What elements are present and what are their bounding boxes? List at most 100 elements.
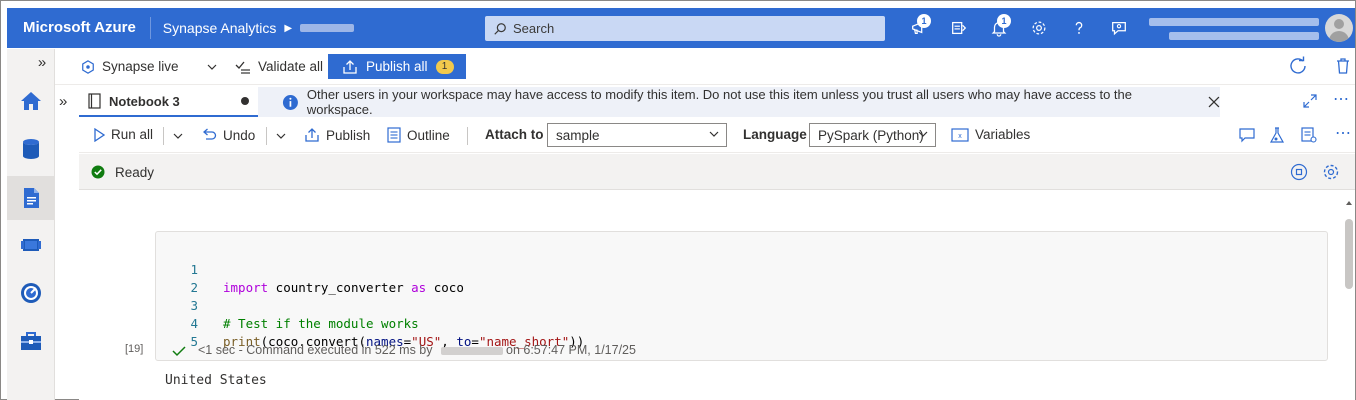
info-icon xyxy=(282,94,298,110)
double-chevron-right-icon: » xyxy=(59,93,68,110)
code-line[interactable]: 3 # Test if the module works xyxy=(156,279,1327,331)
refresh-button[interactable] xyxy=(1288,56,1308,76)
nav-monitor[interactable] xyxy=(7,271,55,315)
undo-label: Undo xyxy=(223,127,256,143)
stop-session-button[interactable] xyxy=(1290,163,1308,184)
top-icon-group: 1 1 xyxy=(899,8,1139,48)
properties-button[interactable] xyxy=(1301,127,1317,143)
avatar[interactable] xyxy=(1325,14,1353,42)
nav-data[interactable] xyxy=(7,127,55,171)
code-cell[interactable]: 1 import country_converter as coco 2 3 #… xyxy=(125,231,1328,361)
redacted-user-info[interactable] xyxy=(1149,18,1321,46)
brand-title[interactable]: Microsoft Azure xyxy=(7,17,151,39)
undo-options-dropdown[interactable] xyxy=(275,130,287,142)
svg-text:x: x xyxy=(958,133,962,140)
help-button[interactable] xyxy=(1059,8,1099,48)
code-line[interactable]: 4 print(coco.convert(names="US", to="nam… xyxy=(156,297,1327,349)
redacted-workspace-name xyxy=(300,24,355,32)
code-line[interactable]: 1 import country_converter as coco xyxy=(156,243,1327,295)
chevron-down-icon xyxy=(276,133,286,139)
question-icon xyxy=(1075,21,1083,34)
copilot-button[interactable] xyxy=(1269,127,1285,145)
announcements-badge: 1 xyxy=(917,14,931,28)
session-settings-button[interactable] xyxy=(1322,163,1340,184)
scrollbar-thumb[interactable] xyxy=(1345,219,1353,289)
nav-develop[interactable] xyxy=(7,176,55,220)
discard-all-button[interactable] xyxy=(1335,57,1351,75)
scroll-up-icon xyxy=(1346,201,1352,205)
variables-label: Variables xyxy=(975,127,1031,142)
validate-icon xyxy=(235,61,250,74)
feedback-icon xyxy=(1112,21,1126,36)
validate-all-button[interactable]: Validate all xyxy=(235,59,323,74)
publish-all-button[interactable]: Publish all 1 xyxy=(328,54,466,79)
tab-notebook-3[interactable]: Notebook 3 xyxy=(79,87,259,117)
notebook-canvas: 1 import country_converter as coco 2 3 #… xyxy=(79,191,1355,400)
search-box[interactable]: Search xyxy=(485,16,885,41)
refresh-icon xyxy=(1290,56,1306,74)
nav-home[interactable] xyxy=(7,79,55,123)
double-chevron-right-icon: » xyxy=(37,53,47,71)
undo-button[interactable]: Undo xyxy=(201,127,255,143)
collapse-panel-button[interactable]: » xyxy=(59,93,67,110)
nav-integrate[interactable] xyxy=(7,223,55,267)
pipeline-icon xyxy=(21,239,41,251)
synapse-icon xyxy=(82,59,94,74)
variables-icon: x xyxy=(951,127,969,142)
nav-manage[interactable] xyxy=(7,319,55,363)
code-line[interactable]: 5 xyxy=(156,315,1327,349)
run-options-dropdown[interactable] xyxy=(172,130,184,142)
code-line[interactable]: 2 xyxy=(156,261,1327,295)
synapse-live-dropdown[interactable]: Synapse live xyxy=(81,59,218,74)
validate-all-label: Validate all xyxy=(258,59,324,74)
close-icon[interactable] xyxy=(1208,96,1220,108)
variables-button[interactable]: x Variables xyxy=(951,127,1030,142)
publish-count-badge: 1 xyxy=(435,59,454,74)
home-icon xyxy=(21,92,41,110)
gear-icon xyxy=(1032,21,1046,35)
checkmark-icon xyxy=(172,346,186,357)
comments-button[interactable] xyxy=(1239,127,1255,143)
redacted-username xyxy=(441,347,503,355)
settings-button[interactable] xyxy=(1019,8,1059,48)
execution-count: [19] xyxy=(125,343,144,355)
upload-icon xyxy=(305,128,319,142)
vertical-scrollbar[interactable] xyxy=(1345,199,1353,399)
outline-label: Outline xyxy=(407,127,450,143)
synapse-live-label: Synapse live xyxy=(102,59,179,74)
check-circle-icon xyxy=(91,165,105,179)
run-all-label: Run all xyxy=(111,127,154,142)
more-options-button[interactable]: ⋯ xyxy=(1333,89,1350,109)
database-icon xyxy=(23,139,39,159)
divider xyxy=(467,127,468,145)
stop-icon xyxy=(1290,163,1308,181)
execution-summary: [19] <1 sec - Command executed in 522 ms… xyxy=(125,342,1327,360)
language-select[interactable]: PySpark (Python) xyxy=(809,123,936,147)
directory-button[interactable] xyxy=(939,8,979,48)
notebook-toolbar: Run all Undo Publish Outline Attach to s… xyxy=(79,119,1355,153)
warning-message: Other users in your workspace may have a… xyxy=(306,87,1132,117)
attach-to-value: sample xyxy=(556,127,600,143)
upload-icon xyxy=(343,59,357,74)
more-options-button[interactable]: ⋯ xyxy=(1335,123,1351,143)
run-all-button[interactable]: Run all xyxy=(93,127,153,142)
notifications-button[interactable]: 1 xyxy=(979,8,1019,48)
language-label: Language xyxy=(743,127,807,142)
left-nav-rail: » xyxy=(7,49,55,400)
expand-button[interactable] xyxy=(1303,94,1317,111)
publish-button[interactable]: Publish xyxy=(304,127,370,143)
outline-button[interactable]: Outline xyxy=(387,127,450,143)
chevron-down-icon xyxy=(918,131,928,137)
breadcrumb-service[interactable]: Synapse Analytics xyxy=(163,20,277,36)
divider xyxy=(163,127,164,145)
attach-to-label: Attach to xyxy=(485,127,544,142)
tab-title: Notebook 3 xyxy=(109,93,180,109)
attach-to-select[interactable]: sample xyxy=(547,123,727,147)
expand-rail-button[interactable]: » xyxy=(7,49,55,75)
feedback-button[interactable] xyxy=(1099,8,1139,48)
outline-icon xyxy=(387,127,401,143)
notifications-badge: 1 xyxy=(997,14,1011,28)
announcements-button[interactable]: 1 xyxy=(899,8,939,48)
expand-icon xyxy=(1303,94,1317,108)
editor-tab-row: » Notebook 3 Other users in your workspa… xyxy=(55,87,1355,117)
